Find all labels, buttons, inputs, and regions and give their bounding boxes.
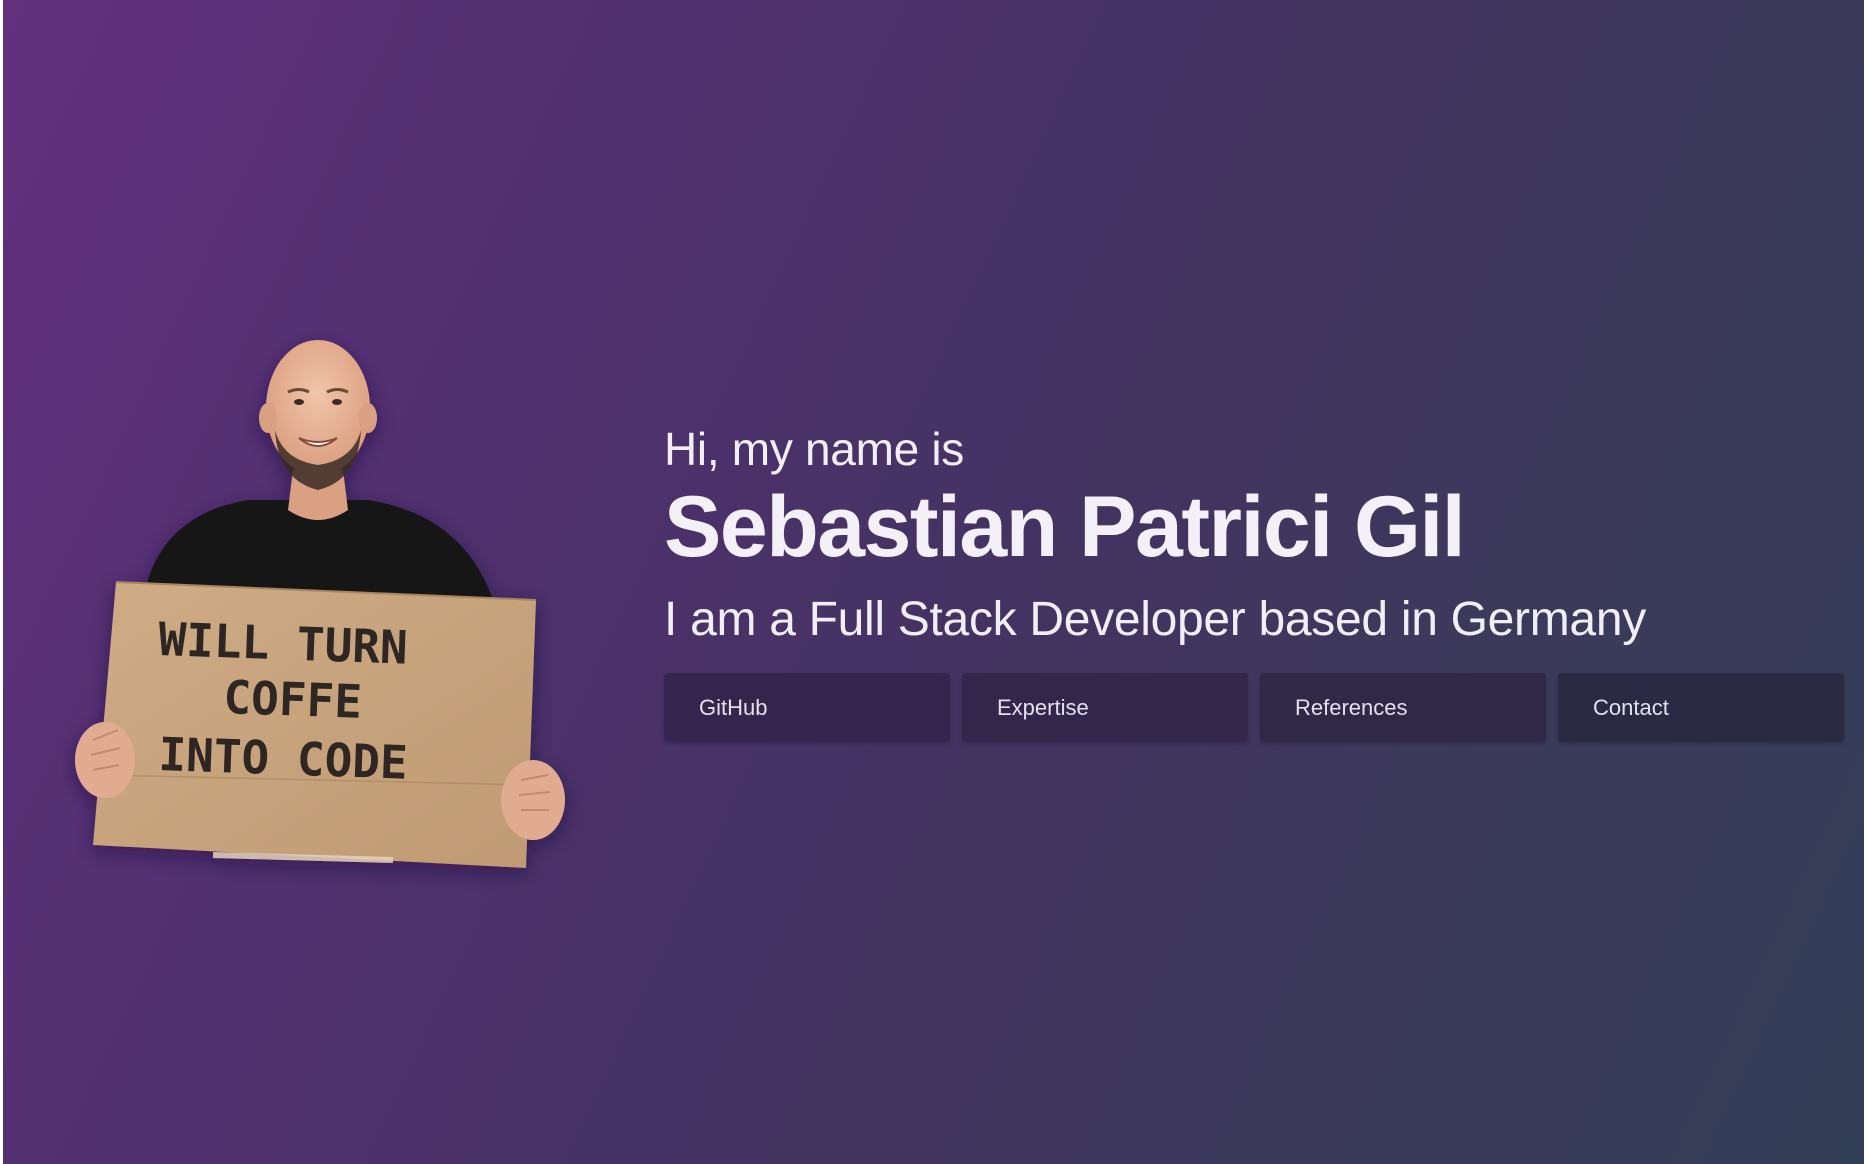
contact-button[interactable]: Contact bbox=[1558, 673, 1844, 742]
expertise-button[interactable]: Expertise bbox=[962, 673, 1248, 742]
tagline-text: I am a Full Stack Developer based in Ger… bbox=[664, 593, 1646, 646]
sign-line: COFFE bbox=[223, 670, 363, 729]
greeting-text: Hi, my name is bbox=[664, 423, 964, 475]
sign-line: INTO CODE bbox=[158, 727, 409, 790]
sign-line: WILL TURN bbox=[158, 612, 409, 675]
nav-buttons: GitHub Expertise References Contact bbox=[664, 673, 1844, 742]
github-button[interactable]: GitHub bbox=[664, 673, 950, 742]
developer-name: Sebastian Patrici Gil bbox=[664, 479, 1466, 575]
references-button[interactable]: References bbox=[1260, 673, 1546, 742]
profile-photo: WILL TURN COFFE INTO CODE bbox=[75, 340, 565, 868]
hero-section: WILL TURN COFFE INTO CODE Hi, my name is… bbox=[3, 0, 1864, 1164]
